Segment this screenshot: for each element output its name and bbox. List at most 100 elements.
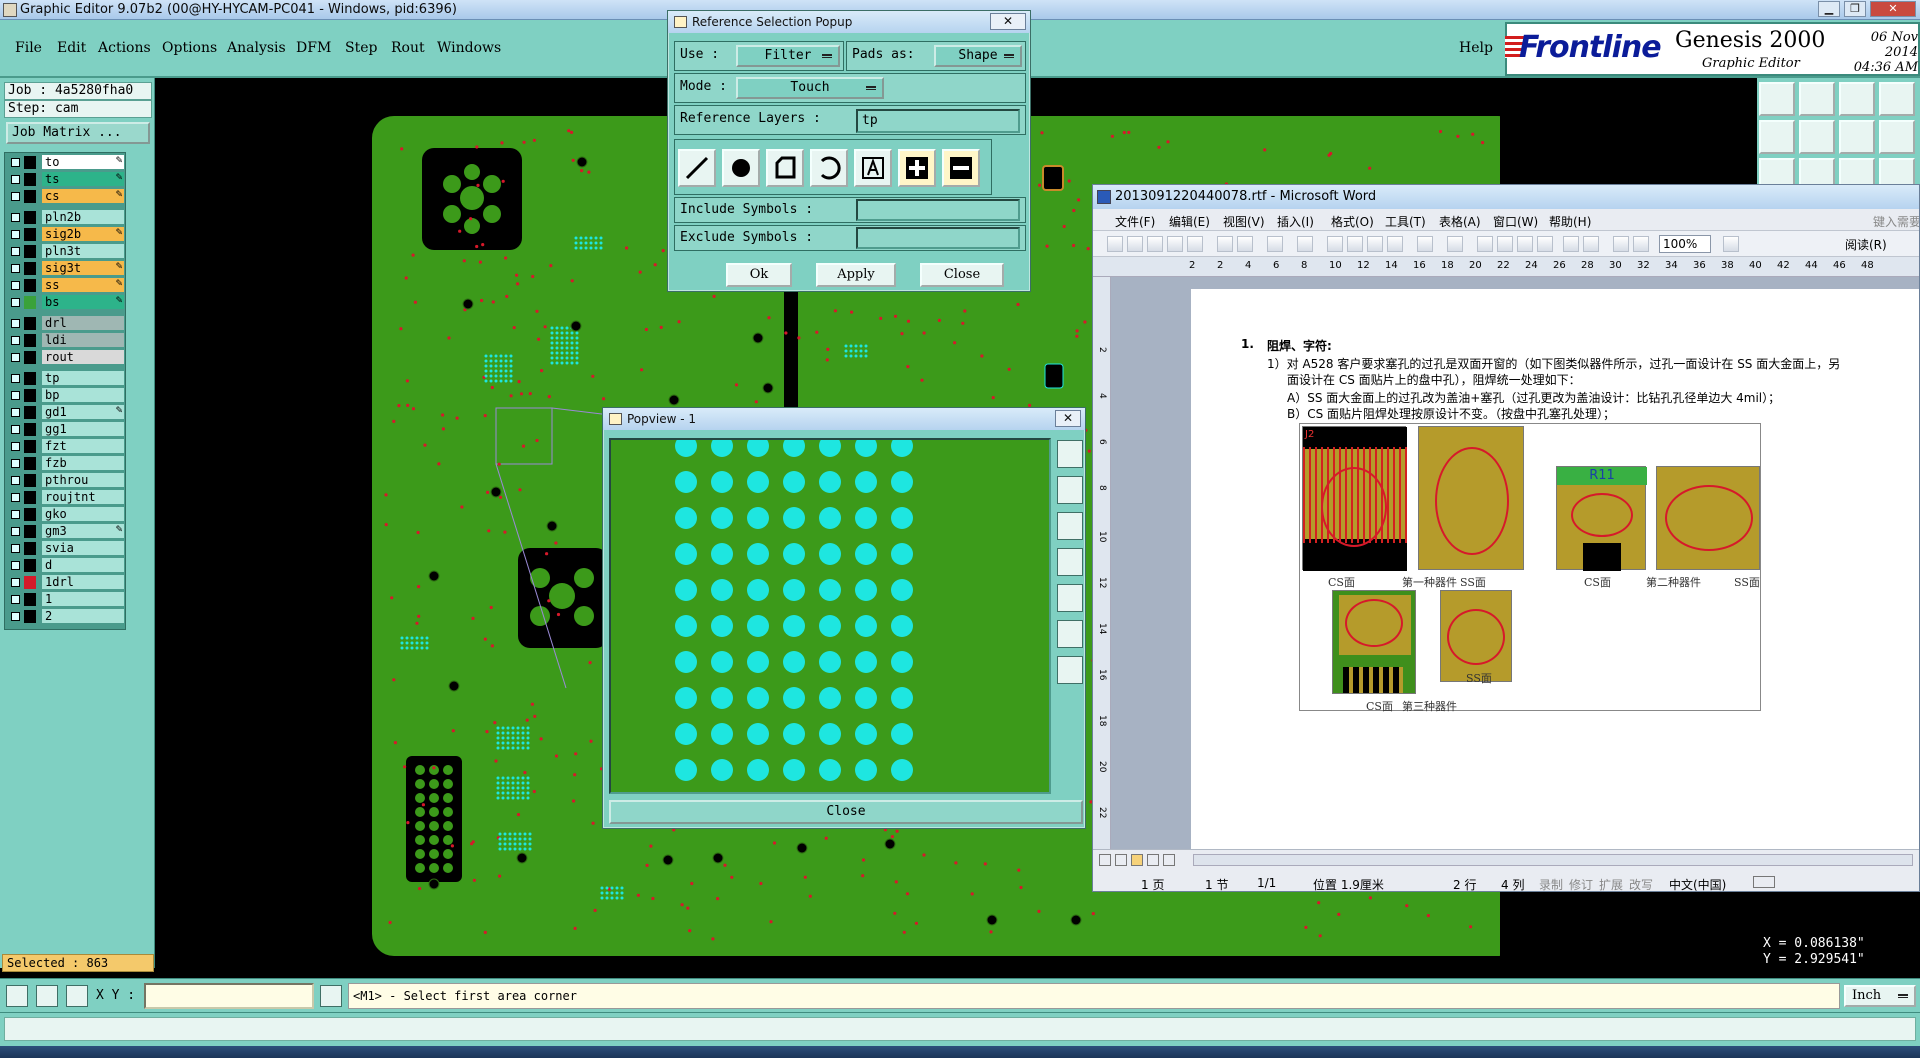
menu-actions[interactable]: Actions: [98, 40, 151, 56]
research-icon[interactable]: [1297, 236, 1313, 252]
tool-swap-icon[interactable]: [1839, 120, 1875, 154]
layer-checkbox[interactable]: [11, 374, 20, 383]
close-window-button[interactable]: ✕: [1870, 1, 1916, 17]
layer-name[interactable]: sig3t: [42, 261, 124, 275]
spelling-status-icon[interactable]: [1753, 876, 1775, 888]
layer-row-gg1[interactable]: gg1: [7, 422, 125, 437]
word-menu-insert[interactable]: 插入(I): [1277, 213, 1314, 230]
menu-analysis[interactable]: Analysis: [227, 40, 286, 56]
layer-name[interactable]: fzt: [42, 439, 124, 453]
layer-row-roujtnt[interactable]: roujtnt: [7, 490, 125, 505]
print-icon[interactable]: [1217, 236, 1233, 252]
layer-name[interactable]: fzb: [42, 456, 124, 470]
snap-icon[interactable]: [6, 985, 28, 1007]
permission-icon[interactable]: [1167, 236, 1183, 252]
layer-name[interactable]: tp: [42, 371, 124, 385]
layer-row-d[interactable]: d: [7, 558, 125, 573]
layer-name[interactable]: 1drl: [42, 575, 124, 589]
popview-close-button[interactable]: Close: [609, 800, 1083, 824]
word-menu-help[interactable]: 帮助(H): [1549, 213, 1591, 230]
layer-checkbox[interactable]: [11, 230, 20, 239]
horizontal-scrollbar[interactable]: [1193, 854, 1913, 866]
layer-row-rout[interactable]: rout: [7, 350, 125, 365]
popview-close-icon[interactable]: ✕: [1055, 410, 1081, 427]
layer-checkbox[interactable]: [11, 319, 20, 328]
popview-zoom-out-icon[interactable]: [1057, 656, 1083, 684]
tables-borders-icon[interactable]: [1497, 236, 1513, 252]
layer-row-to[interactable]: to ✎: [7, 155, 125, 170]
layer-row-gd1[interactable]: gd1 ✎: [7, 405, 125, 420]
paste-icon[interactable]: [1367, 236, 1383, 252]
layer-display-swatch[interactable]: [24, 593, 36, 606]
layer-checkbox[interactable]: [11, 425, 20, 434]
word-menu-tools[interactable]: 工具(T): [1385, 213, 1426, 230]
layer-display-swatch[interactable]: [24, 190, 36, 203]
line-icon[interactable]: [678, 149, 716, 187]
save-icon[interactable]: [1147, 236, 1163, 252]
layer-checkbox[interactable]: [11, 281, 20, 290]
layer-row-fzb[interactable]: fzb: [7, 456, 125, 471]
layer-row-1drl[interactable]: 1drl: [7, 575, 125, 590]
menu-windows[interactable]: Windows: [437, 40, 501, 56]
layer-display-swatch[interactable]: [24, 245, 36, 258]
copy-icon[interactable]: [1347, 236, 1363, 252]
layer-display-swatch[interactable]: [24, 406, 36, 419]
show-hide-icon[interactable]: [1633, 236, 1649, 252]
layer-checkbox[interactable]: [11, 527, 20, 536]
layer-row-2[interactable]: 2: [7, 609, 125, 624]
layer-display-swatch[interactable]: [24, 576, 36, 589]
popview-left-icon[interactable]: [1057, 548, 1083, 576]
layer-display-swatch[interactable]: [24, 542, 36, 555]
measure-icon[interactable]: [36, 985, 58, 1007]
layer-checkbox[interactable]: [11, 612, 20, 621]
layer-row-bs[interactable]: bs ✎: [7, 295, 125, 310]
layer-name[interactable]: svia: [42, 541, 124, 555]
layer-checkbox[interactable]: [11, 510, 20, 519]
layer-display-swatch[interactable]: [24, 474, 36, 487]
layer-name[interactable]: ldi: [42, 333, 124, 347]
layer-checkbox[interactable]: [11, 175, 20, 184]
layer-name[interactable]: cs: [42, 189, 124, 203]
layer-checkbox[interactable]: [11, 408, 20, 417]
layer-display-swatch[interactable]: [24, 211, 36, 224]
layer-row-fzt[interactable]: fzt: [7, 439, 125, 454]
tool-zoom-home-icon[interactable]: [1759, 82, 1795, 116]
pads-select[interactable]: Shape: [934, 45, 1022, 67]
outline-view-icon[interactable]: [1147, 854, 1159, 866]
layer-checkbox[interactable]: [11, 561, 20, 570]
layer-row-gm3[interactable]: gm3 ✎: [7, 524, 125, 539]
word-menu-file[interactable]: 文件(F): [1115, 213, 1155, 230]
status-rec[interactable]: 录制: [1539, 876, 1563, 891]
layer-checkbox[interactable]: [11, 336, 20, 345]
use-select[interactable]: Filter: [736, 45, 840, 67]
layer-name[interactable]: pln2b: [42, 210, 124, 224]
open-icon[interactable]: [1127, 236, 1143, 252]
word-menu-window[interactable]: 窗口(W): [1493, 213, 1538, 230]
menu-edit[interactable]: Edit: [57, 40, 86, 56]
popview-canvas[interactable]: [609, 438, 1051, 794]
layer-name[interactable]: bp: [42, 388, 124, 402]
positive-icon[interactable]: [898, 149, 936, 187]
layer-name[interactable]: gm3: [42, 524, 124, 538]
new-doc-icon[interactable]: [1107, 236, 1123, 252]
tool-house-icon[interactable]: [1839, 82, 1875, 116]
status-ext[interactable]: 扩展: [1599, 876, 1623, 891]
normal-view-icon[interactable]: [1099, 854, 1111, 866]
document-area[interactable]: 1. 阻焊、字符: 1）对 A528 客户要求塞孔的过孔是双面开窗的（如下图类似…: [1111, 277, 1919, 889]
tool-right-icon[interactable]: [1799, 120, 1835, 154]
document-page[interactable]: 1. 阻焊、字符: 1）对 A528 客户要求塞孔的过孔是双面开窗的（如下图类似…: [1191, 289, 1919, 889]
hyperlink-icon[interactable]: [1477, 236, 1493, 252]
text-icon[interactable]: [854, 149, 892, 187]
print-preview-icon[interactable]: [1237, 236, 1253, 252]
layer-checkbox[interactable]: [11, 476, 20, 485]
grid-icon[interactable]: [66, 985, 88, 1007]
unit-select[interactable]: Inch: [1844, 985, 1916, 1007]
layer-checkbox[interactable]: [11, 158, 20, 167]
surface-icon[interactable]: [766, 149, 804, 187]
layer-checkbox[interactable]: [11, 578, 20, 587]
format-painter-icon[interactable]: [1387, 236, 1403, 252]
word-menu-table[interactable]: 表格(A): [1439, 213, 1481, 230]
exclude-symbols-input[interactable]: [856, 227, 1020, 249]
include-symbols-input[interactable]: [856, 199, 1020, 221]
insert-table-icon[interactable]: [1517, 236, 1533, 252]
